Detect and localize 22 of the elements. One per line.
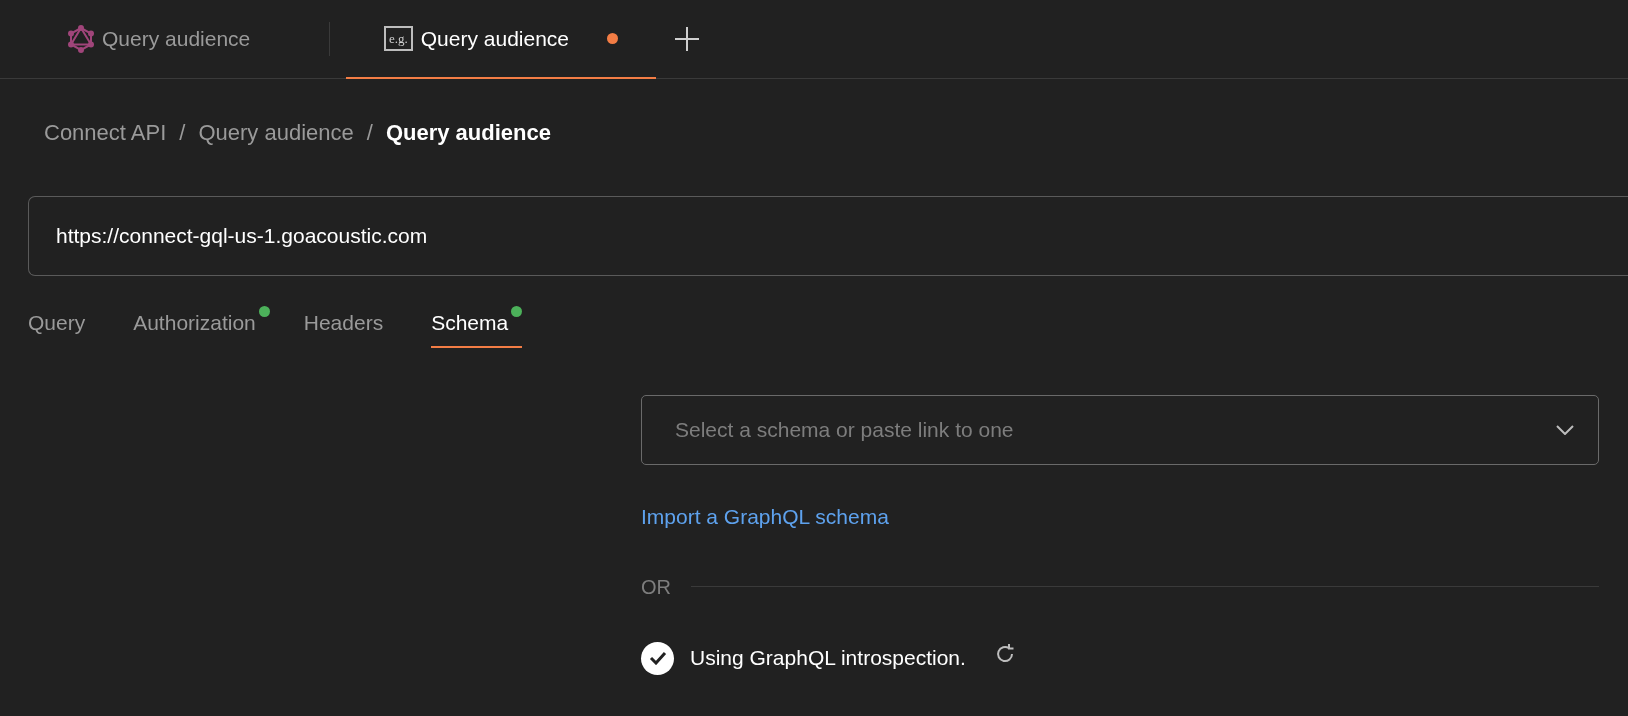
breadcrumb-separator: / — [366, 118, 373, 147]
breadcrumb-item[interactable]: Query audience — [198, 115, 354, 149]
breadcrumb-item: Query audience — [385, 118, 551, 147]
example-icon: e.g. — [383, 26, 413, 51]
breadcrumb-separator: / — [179, 118, 186, 147]
import-schema-link[interactable]: Import a GraphQL schema — [641, 501, 889, 533]
checkbox[interactable] — [641, 641, 674, 675]
schema-select[interactable]: Select a schema or paste link to one — [641, 395, 1599, 465]
url-field[interactable]: https://connect-gql-us-1.goacoustic.com — [28, 196, 1628, 276]
divider-label: OR — [641, 574, 671, 600]
request-tab[interactable]: Authorization — [133, 300, 270, 348]
add-tab-icon[interactable] — [674, 26, 700, 52]
introspection-label: Using GraphQL introspection. — [690, 645, 966, 672]
request-tab[interactable]: Headers — [303, 300, 398, 348]
request-tab[interactable]: Query — [28, 300, 100, 348]
chevron-down-icon — [1556, 425, 1574, 435]
graphql-icon — [68, 24, 94, 53]
checkmark-icon — [648, 651, 667, 665]
tab[interactable]: Query audience — [58, 0, 313, 79]
tab[interactable]: e.g. Query audience — [346, 0, 656, 79]
request-tab[interactable]: Schema — [431, 300, 523, 348]
breadcrumb-item[interactable]: Connect API — [44, 115, 167, 149]
